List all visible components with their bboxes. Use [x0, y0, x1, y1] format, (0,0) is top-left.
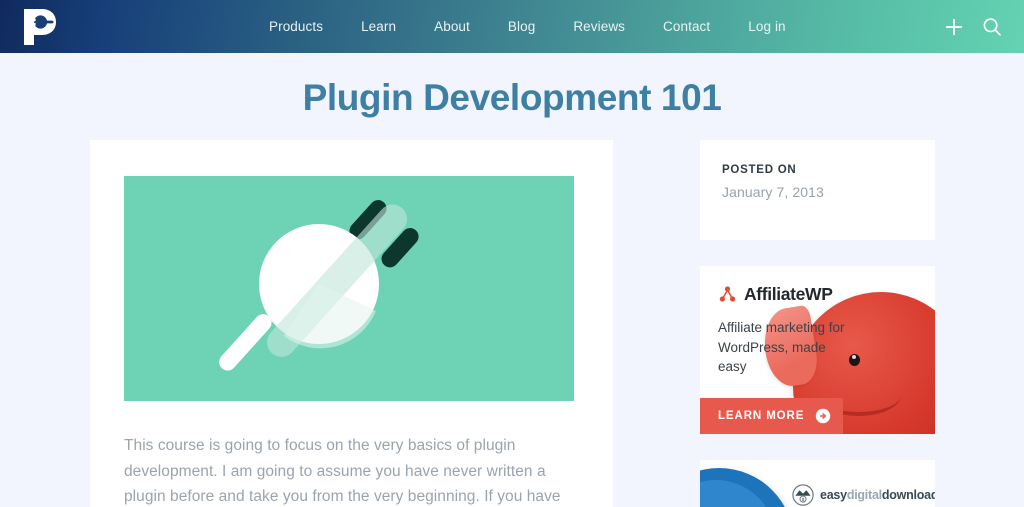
- svg-text:$: $: [802, 497, 805, 502]
- affiliatewp-wordmark: AffiliateWP: [744, 284, 833, 304]
- nav-item-about[interactable]: About: [415, 0, 489, 53]
- plug-illustration-icon: [219, 200, 419, 371]
- nav-item-contact[interactable]: Contact: [644, 0, 729, 53]
- nav-item-login[interactable]: Log in: [729, 0, 804, 53]
- nav-item-products[interactable]: Products: [250, 0, 342, 53]
- plus-icon[interactable]: [942, 15, 966, 39]
- edd-wordmark-downloads: downloads: [881, 488, 935, 502]
- ad-easy-digital-downloads[interactable]: $ easydigitaldownloads: [700, 460, 935, 507]
- affiliatewp-logo: AffiliateWP: [718, 284, 833, 305]
- article-card: This course is going to focus on the ver…: [90, 140, 613, 507]
- affiliatewp-tagline: Affiliate marketing for WordPress, made …: [718, 320, 845, 374]
- featured-image: [124, 176, 574, 401]
- nav-item-learn[interactable]: Learn: [342, 0, 415, 53]
- posted-on-label: POSTED ON: [722, 164, 797, 176]
- edd-wordmark-easy: easy: [820, 488, 847, 502]
- plugin-p-logo-icon: [24, 9, 56, 45]
- plus-glyph: [946, 18, 962, 35]
- edd-wordmark: easydigitaldownloads: [820, 488, 935, 502]
- main-navigation: Products Learn About Blog Reviews Contac…: [250, 0, 805, 53]
- arrow-right-circle-icon: [816, 408, 831, 424]
- article-paragraph: This course is going to focus on the ver…: [124, 437, 561, 505]
- posted-on-date: January 7, 2013: [722, 184, 824, 200]
- page-title: Plugin Development 101: [302, 77, 722, 118]
- elephant-eye-glint: [852, 355, 856, 359]
- nav-item-blog[interactable]: Blog: [489, 0, 554, 53]
- magnifier-glyph: [983, 17, 1001, 36]
- ad-affiliatewp[interactable]: AffiliateWP Affiliate marketing for Word…: [700, 266, 935, 434]
- page-layout: This course is going to focus on the ver…: [0, 125, 1024, 507]
- network-nodes-icon: [719, 286, 736, 302]
- search-icon[interactable]: [980, 15, 1004, 39]
- header-actions: [942, 0, 1014, 53]
- edd-logo: $ easydigitaldownloads: [792, 484, 935, 506]
- edd-wordmark-digital: digital: [846, 488, 882, 502]
- learn-more-label: LEARN MORE: [718, 410, 805, 422]
- nav-item-reviews[interactable]: Reviews: [554, 0, 644, 53]
- site-logo[interactable]: [18, 6, 60, 48]
- edd-mountain-badge-icon: $: [792, 484, 814, 506]
- learn-more-button[interactable]: LEARN MORE: [700, 398, 843, 434]
- sidebar: POSTED ON January 7, 2013 AffiliateWP Af…: [700, 140, 935, 507]
- site-header: Products Learn About Blog Reviews Contac…: [0, 0, 1024, 53]
- widget-posted-on: POSTED ON January 7, 2013: [700, 140, 935, 240]
